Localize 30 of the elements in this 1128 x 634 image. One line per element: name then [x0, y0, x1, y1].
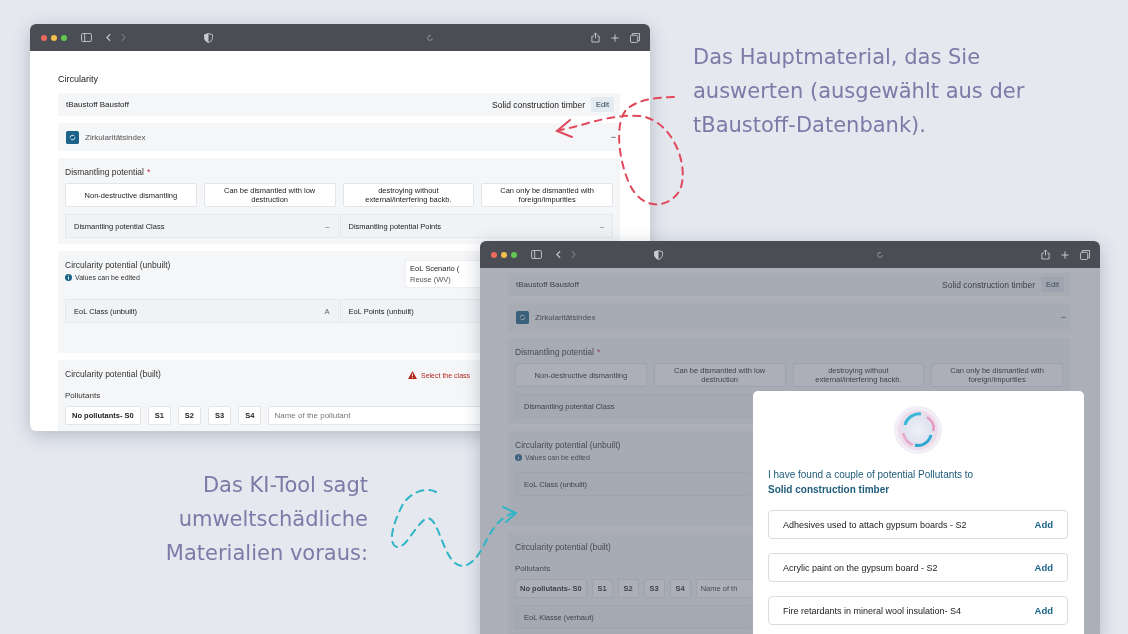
field-label: Pollutants [65, 391, 101, 400]
index-label: Zirkularitätsindex [85, 132, 147, 142]
page-heading: Circularity [58, 74, 99, 84]
annotation-text: Das KI-Tool sagt umweltschädliche Materialien voraus: [165, 472, 368, 567]
suggestion-text: Acrylic paint on the gypsum board - S2 [783, 562, 938, 573]
required-mark: * [146, 167, 151, 177]
section-title: Dismantling potential [65, 167, 144, 177]
index-label: Zirkularitätsindex [535, 312, 597, 322]
suggestion-text: Fire retardants in mineral wool insulation- S4 [783, 605, 962, 616]
dialog-message: I have found a couple of potential Pollutants to Solid construction timber [768, 468, 975, 497]
add-button[interactable]: Add [1034, 562, 1053, 573]
material-value: Solid construction timber [492, 99, 586, 110]
index-row[interactable]: Zirkularitätsindex − [508, 303, 1070, 331]
required-mark: * [596, 347, 601, 357]
index-row[interactable]: Zirkularitätsindex − [58, 123, 620, 151]
material-label: tBaustoff Baustoff [66, 100, 130, 109]
section-title: Circularity potential (unbuilt) [515, 440, 621, 450]
material-label: tBaustoff Baustoff [516, 280, 580, 289]
section-title: Dismantling potential [515, 347, 594, 357]
section-title: Circularity potential (unbuilt) [65, 260, 171, 270]
collapse-toggle[interactable]: − [1060, 312, 1066, 322]
add-button[interactable]: Add [1034, 605, 1053, 616]
annotation-text: Das Hauptmaterial, das Sie auswerten (ausgewählt aus der tBaustoff-Datenbank). [693, 44, 1026, 139]
suggestion-text: Adhesives used to attach gypsum boards - S2 [783, 519, 967, 530]
section-title: Circularity potential (built) [65, 369, 161, 379]
collapse-toggle[interactable]: − [610, 132, 616, 142]
field-label: Pollutants [515, 564, 551, 573]
add-button[interactable]: Add [1034, 519, 1053, 530]
section-title: Circularity potential (built) [515, 542, 611, 552]
material-value: Solid construction timber [942, 279, 1036, 290]
